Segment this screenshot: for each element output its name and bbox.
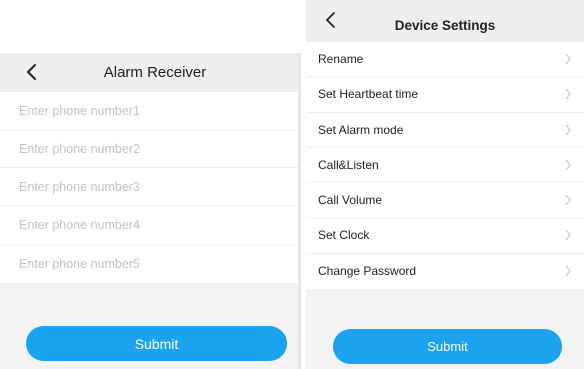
alarm-receiver-screen: Alarm Receiver Submit [0,53,300,369]
setting-item-label: Rename [318,52,364,67]
phone-number-list [0,92,300,283]
setting-item-label: Set Alarm mode [318,122,404,137]
submit-button[interactable]: Submit [333,329,562,364]
phone-number-input-5[interactable] [19,256,279,271]
screen-divider [298,53,301,369]
setting-item-change-password[interactable]: Change Password [306,254,584,289]
chevron-right-icon [565,89,571,100]
phone-number-input-2[interactable] [19,141,279,156]
phone-number-input-3[interactable] [19,179,279,194]
phone-row-2 [0,130,300,169]
page-title: Alarm Receiver [103,64,207,81]
chevron-right-icon [565,124,571,136]
chevron-right-icon [565,230,571,241]
page-title: Device Settings [394,18,496,33]
submit-button[interactable]: Submit [26,326,287,361]
chevron-right-icon [565,265,571,277]
phone-number-input-4[interactable] [19,218,279,233]
setting-item-call-listen[interactable]: Call&Listen [306,148,584,184]
phone-row-4 [0,207,300,245]
phone-number-input-1[interactable] [19,103,279,118]
phone-row-5 [0,245,300,283]
device-settings-header: Device Settings [306,0,584,42]
phone-row-1 [0,92,300,131]
setting-item-label: Change Password [318,264,417,279]
settings-list: Rename Set Heartbeat time Set Alarm mode… [306,42,584,289]
device-settings-screen: Device Settings Rename Set Heartbeat tim… [306,0,584,369]
chevron-right-icon [565,159,571,171]
setting-item-rename[interactable]: Rename [306,42,584,78]
chevron-right-icon [565,53,571,65]
setting-item-label: Set Heartbeat time [318,87,419,102]
chevron-right-icon [565,194,571,206]
setting-item-label: Set Clock [318,228,370,243]
setting-item-label: Call Volume [318,193,383,208]
setting-item-label: Call&Listen [318,157,379,172]
setting-item-alarm-mode[interactable]: Set Alarm mode [306,113,584,148]
setting-item-heartbeat-time[interactable]: Set Heartbeat time [306,77,584,113]
phone-row-3 [0,168,300,207]
alarm-receiver-header: Alarm Receiver [0,53,300,92]
setting-item-set-clock[interactable]: Set Clock [306,218,584,254]
setting-item-call-volume[interactable]: Call Volume [306,183,584,219]
